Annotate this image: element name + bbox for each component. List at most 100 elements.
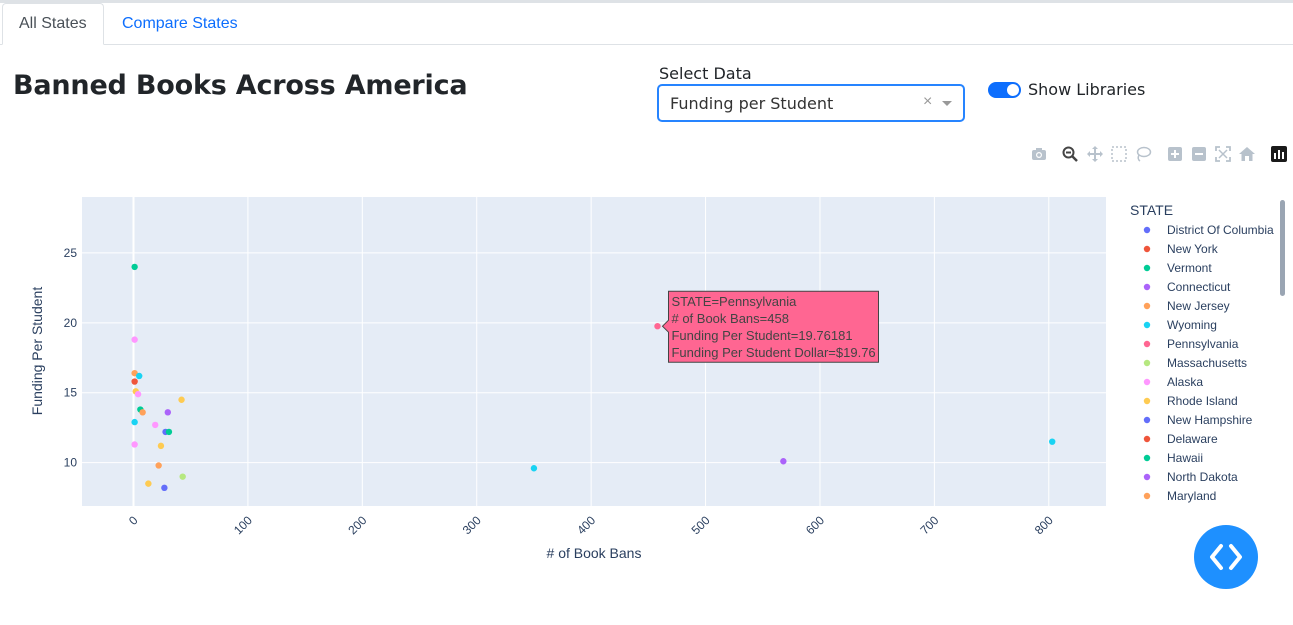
legend-item[interactable]: Rhode Island	[1143, 394, 1238, 408]
tab-bar: All States Compare States	[0, 3, 1293, 45]
x-tick-label: 100	[231, 513, 255, 537]
legend-item[interactable]: Massachusetts	[1143, 356, 1247, 370]
legend-label: North Dakota	[1167, 470, 1238, 484]
legend-item[interactable]: Pennsylvania	[1143, 337, 1239, 351]
data-point[interactable]	[145, 480, 152, 487]
tab-compare-states[interactable]: Compare States	[105, 3, 255, 43]
code-toggle-button[interactable]	[1194, 525, 1258, 589]
tab-all-states[interactable]: All States	[2, 3, 104, 45]
legend-item[interactable]: New Hampshire	[1143, 413, 1253, 427]
scatter-chart: 0 100 200 300 400 500 600 700 800 10 15 20 25 # of …	[29, 197, 1274, 561]
legend-label: Maryland	[1167, 489, 1216, 503]
legend-label: New Hampshire	[1167, 413, 1253, 427]
select-value: Funding per Student	[670, 94, 834, 113]
data-point[interactable]	[131, 441, 138, 448]
legend-marker	[1143, 245, 1151, 253]
data-point[interactable]	[157, 442, 165, 450]
clear-icon[interactable]: ×	[923, 93, 932, 111]
data-point[interactable]	[131, 263, 138, 271]
legend-marker	[1143, 302, 1151, 310]
autoscale-icon[interactable]	[1214, 145, 1232, 163]
chevron-down-icon[interactable]	[942, 101, 952, 106]
legend-label: Alaska	[1167, 375, 1203, 389]
legend-marker	[1143, 473, 1151, 481]
legend-label: Vermont	[1167, 261, 1212, 275]
legend-marker	[1143, 264, 1151, 272]
legend-marker	[1143, 359, 1151, 367]
legend-item[interactable]: Delaware	[1143, 432, 1218, 446]
data-point[interactable]	[152, 421, 159, 429]
legend-item[interactable]: Connecticut	[1143, 280, 1231, 294]
legend-item[interactable]: Vermont	[1143, 261, 1213, 275]
data-point[interactable]	[136, 372, 143, 380]
tooltip-line: Funding Per Student=19.76181	[671, 328, 852, 343]
tooltip-line: STATE=Pennsylvania	[671, 294, 797, 309]
pan-icon[interactable]	[1086, 145, 1104, 163]
data-point[interactable]	[654, 322, 661, 330]
y-tick-label: 20	[64, 316, 78, 330]
x-tick-label: 400	[574, 513, 598, 537]
legend-label: New Jersey	[1167, 299, 1230, 313]
data-point[interactable]	[139, 409, 146, 416]
lasso-icon[interactable]	[1134, 145, 1152, 163]
legend-label: Massachusetts	[1167, 356, 1247, 370]
data-point[interactable]	[165, 428, 173, 436]
data-point[interactable]	[780, 458, 787, 465]
data-point[interactable]	[164, 409, 172, 416]
data-point[interactable]	[530, 465, 538, 472]
legend-item[interactable]: New Jersey	[1143, 299, 1230, 313]
legend-item[interactable]: Hawaii	[1143, 451, 1203, 465]
code-icon	[1210, 544, 1242, 570]
legend-item[interactable]: Alaska	[1143, 375, 1204, 389]
legend-label: Connecticut	[1167, 280, 1231, 294]
x-axis-label: # of Book Bans	[547, 545, 642, 561]
x-tick-label: 600	[803, 513, 827, 537]
data-point[interactable]	[155, 462, 162, 469]
zoom-out-icon[interactable]	[1190, 145, 1208, 163]
data-point[interactable]	[178, 396, 185, 403]
x-tick-label: 300	[460, 513, 484, 537]
legend-marker	[1143, 492, 1151, 500]
x-tick-label: 700	[917, 513, 941, 537]
data-point[interactable]	[1049, 438, 1056, 445]
legend-item[interactable]: New York	[1143, 242, 1219, 256]
legend-label: District Of Columbia	[1167, 223, 1274, 237]
legend-item[interactable]: North Dakota	[1143, 470, 1238, 484]
legend: STATE District Of Columbia New York Vermont…	[1130, 202, 1274, 503]
data-point[interactable]	[161, 484, 168, 492]
legend-label: Hawaii	[1167, 451, 1203, 465]
x-tick-label: 0	[126, 513, 141, 528]
plotly-logo-icon[interactable]	[1270, 145, 1288, 163]
select-data-label: Select Data	[659, 64, 752, 83]
x-tick-labels: 0 100 200 300 400 500 600 700 800	[126, 513, 1056, 537]
plot-area[interactable]	[82, 197, 1106, 506]
data-select-dropdown[interactable]: Funding per Student ×	[658, 85, 964, 121]
show-libraries-toggle[interactable]	[988, 82, 1021, 98]
legend-marker	[1143, 226, 1151, 234]
legend-scrollbar[interactable]	[1280, 200, 1285, 296]
data-point[interactable]	[134, 390, 142, 398]
x-tick-label: 800	[1032, 513, 1056, 537]
camera-icon[interactable]	[1030, 145, 1048, 163]
y-tick-labels: 10 15 20 25	[64, 246, 78, 470]
x-tick-label: 500	[689, 513, 713, 537]
legend-label: Wyoming	[1167, 318, 1217, 332]
data-point[interactable]	[131, 336, 138, 343]
zoom-icon[interactable]	[1061, 145, 1079, 163]
x-tick-label: 200	[345, 513, 369, 537]
legend-item[interactable]: Maryland	[1143, 489, 1217, 503]
page-title: Banned Books Across America	[13, 70, 468, 101]
zoom-in-icon[interactable]	[1166, 145, 1184, 163]
legend-item[interactable]: Wyoming	[1143, 318, 1217, 332]
data-point[interactable]	[131, 418, 138, 426]
box-select-icon[interactable]	[1110, 145, 1128, 163]
legend-marker	[1143, 283, 1151, 291]
data-point[interactable]	[131, 378, 138, 385]
y-tick-label: 25	[64, 246, 78, 260]
legend-label: Pennsylvania	[1167, 337, 1239, 351]
reset-axes-icon[interactable]	[1238, 145, 1256, 163]
data-point[interactable]	[179, 473, 186, 480]
legend-item[interactable]: District Of Columbia	[1143, 223, 1274, 237]
tooltip-line: # of Book Bans=458	[671, 311, 788, 326]
legend-title: STATE	[1130, 202, 1173, 218]
